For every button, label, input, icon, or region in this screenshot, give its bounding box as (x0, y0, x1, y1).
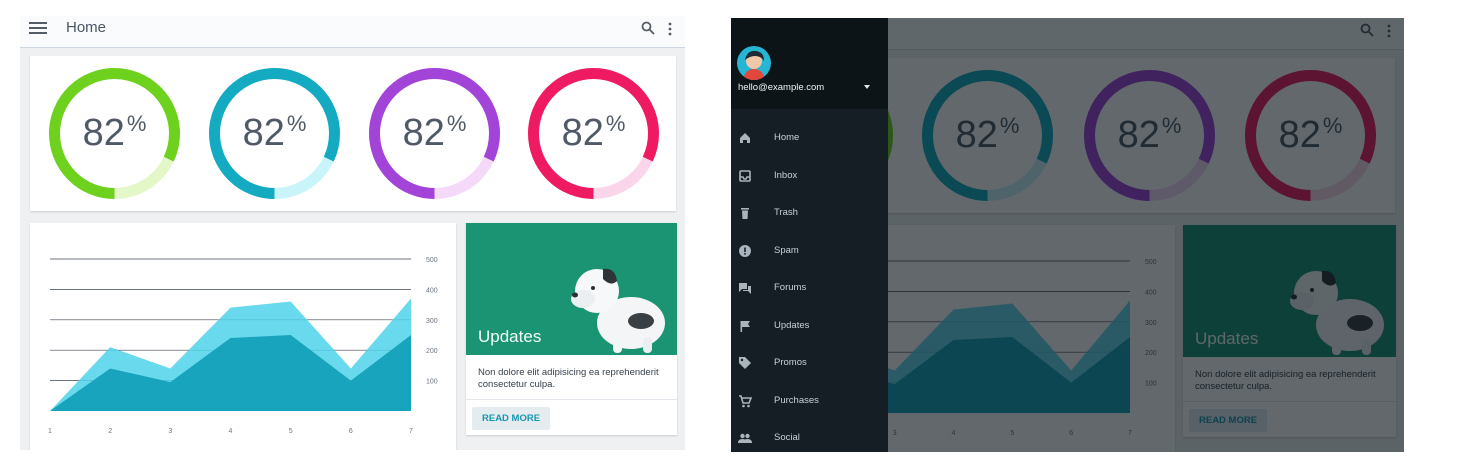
home-icon (740, 133, 750, 143)
search-icon[interactable] (641, 21, 655, 35)
nav-item-label: Trash (774, 207, 798, 218)
x-tick-label: 5 (289, 428, 293, 435)
more-vert-icon[interactable] (667, 22, 673, 36)
cart-icon (739, 395, 752, 408)
updates-card: Updates Non dolore elit adipisicing ea r… (466, 223, 677, 435)
tag-icon (739, 357, 751, 369)
progress-gauge: 82% (48, 67, 181, 200)
x-tick-label: 4 (229, 428, 233, 435)
gauge-value: 82% (402, 111, 467, 154)
y-tick-label: 100 (426, 379, 438, 386)
nav-item-label: Social (774, 432, 800, 443)
area-chart: 5004003002001001234567500 (48, 257, 438, 435)
page-title: Home (66, 19, 107, 36)
x-tick-label: 1 (48, 428, 52, 435)
avatar[interactable] (737, 46, 771, 80)
navigation-drawer: hello@example.com Home Inbox Trash Spam … (731, 18, 888, 452)
nav-item-social[interactable]: Social (731, 424, 888, 452)
progress-gauge: 82% (208, 67, 341, 200)
dashboard-drawer-screen: Home 82% 82% 82% 82% 5004003002001001234… (731, 18, 1404, 452)
flag-icon (740, 321, 750, 332)
nav-item-label: Inbox (774, 170, 798, 181)
updates-title: Updates (478, 327, 542, 346)
account-dropdown-icon[interactable] (864, 85, 870, 89)
nav-item-label: Home (774, 132, 800, 143)
nav-item-promos[interactable]: Promos (731, 349, 888, 377)
x-tick-label: 2 (108, 428, 112, 435)
inbox-icon (739, 170, 751, 182)
read-more-button[interactable]: READ MORE (472, 407, 551, 430)
updates-body: Non dolore elit adipisicing ea reprehend… (478, 367, 659, 390)
y-tick-label: 200 (426, 348, 438, 355)
gauge-value: 82% (82, 111, 147, 154)
nav-item-spam[interactable]: Spam (731, 237, 888, 265)
gauge-value: 82% (242, 111, 307, 154)
menu-icon[interactable] (29, 20, 47, 36)
dog-illustration (571, 268, 665, 353)
nav-item-updates[interactable]: Updates (731, 312, 888, 340)
trash-icon (741, 208, 749, 219)
nav-item-purchases[interactable]: Purchases (731, 387, 888, 415)
account-email: hello@example.com (738, 82, 825, 93)
people-icon (738, 433, 752, 443)
dashboard-screen: Home 82% 82% 82% 82% 500 400 300 200 100 1 2 3 4… (20, 16, 685, 450)
x-tick-label: 3 (168, 428, 172, 435)
app-bar: Home (20, 16, 685, 48)
forum-icon (739, 283, 751, 294)
spam-icon (739, 245, 751, 257)
updates-hero: Updates (466, 223, 677, 355)
divider (466, 399, 677, 400)
gauge-card: 82% 82% 82% 82% (30, 56, 676, 211)
x-tick-label: 7 (409, 428, 413, 435)
x-tick-label: 6 (349, 428, 353, 435)
gauge-value: 82% (561, 111, 626, 154)
nav-item-label: Updates (774, 320, 810, 331)
nav-item-home[interactable]: Home (731, 124, 888, 152)
nav-item-inbox[interactable]: Inbox (731, 162, 888, 190)
drawer-header: hello@example.com (731, 18, 888, 109)
nav-item-trash[interactable]: Trash (731, 199, 888, 227)
nav-item-label: Spam (774, 245, 799, 256)
y-tick-label: 300 (426, 318, 438, 325)
nav-item-label: Purchases (774, 395, 819, 406)
nav-item-label: Forums (774, 282, 807, 293)
progress-gauge: 82% (368, 67, 501, 200)
nav-item-label: Promos (774, 357, 807, 368)
y-tick-label: 500 (426, 257, 438, 264)
nav-item-forums[interactable]: Forums (731, 274, 888, 302)
y-tick-label: 400 (426, 287, 438, 294)
area-chart-card: 5004003002001001234567500 (30, 223, 456, 450)
progress-gauge: 82% (527, 67, 660, 200)
